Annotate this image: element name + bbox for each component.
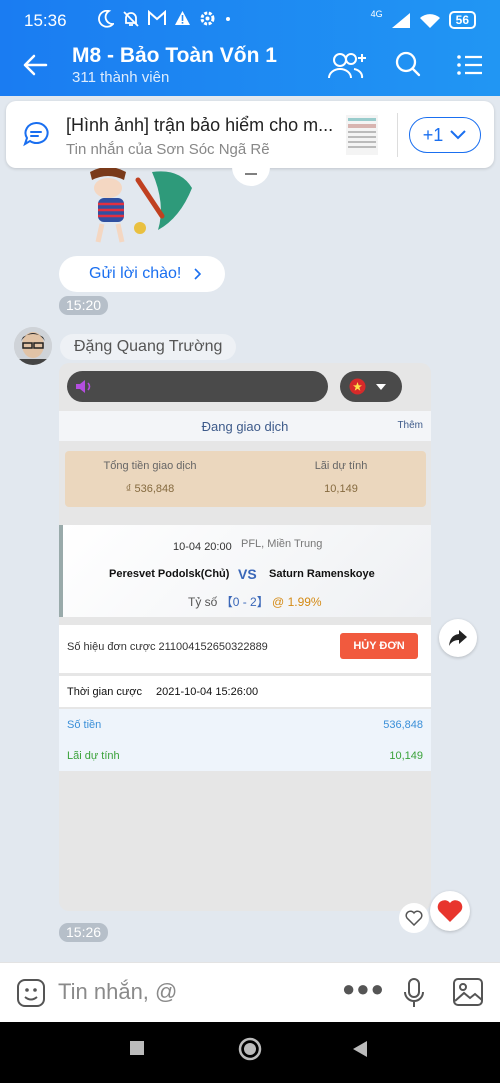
bet-header-title: Đang giao dịch [201, 419, 289, 434]
odds-value: @ 1.99% [272, 595, 322, 609]
pinned-subtitle: Tin nhắn của Sơn Sóc Ngã Rẽ [66, 141, 270, 158]
score-line: Tỷ số 【0 - 2】 @ 1.99% [188, 593, 322, 610]
bet-header-more: Thêm [397, 420, 423, 431]
home-team: Peresvet Podolsk(Chủ) [109, 568, 230, 580]
timestamp: 15:26 [59, 923, 109, 942]
expected-value: 10,149 [389, 750, 423, 762]
flag-selector [340, 371, 402, 402]
gmail-icon [148, 10, 166, 25]
sticker-emoji-icon[interactable] [16, 978, 46, 1008]
bet-header: Đang giao dịch Thêm [59, 411, 431, 441]
image-picker-icon[interactable] [452, 977, 484, 1007]
app-header: 15:36 4G 56 M8 - Bảo Toàn Vốn 1 311 thàn… [0, 0, 500, 96]
group-title[interactable]: M8 - Bảo Toàn Vốn 1 [72, 44, 277, 68]
vietnam-flag-icon [349, 378, 366, 395]
recents-button-icon[interactable] [129, 1040, 145, 1056]
dot-icon [226, 17, 230, 21]
bet-time-value: 2021-10-04 15:26:00 [156, 686, 259, 698]
signal-icon [391, 12, 410, 28]
bell-off-icon [123, 11, 139, 27]
more-options-icon[interactable]: ●●● [342, 976, 385, 1002]
chevron-right-icon [194, 268, 202, 280]
more-pinned-button[interactable]: +1 [409, 117, 481, 153]
arrow-down-icon [245, 173, 257, 175]
home-button-icon[interactable] [238, 1037, 262, 1061]
message-composer: ●●● [0, 962, 500, 1022]
avatar-image [14, 327, 52, 365]
divider [397, 113, 398, 157]
moon-icon [98, 10, 114, 28]
greeting-label: Gửi lời chào! [89, 265, 182, 282]
pinned-thumbnail[interactable] [346, 115, 378, 155]
wifi-icon [419, 13, 440, 28]
battery-level: 56 [448, 11, 476, 29]
warning-icon [175, 11, 190, 25]
amount-row: Số tiền 536,848 [59, 709, 431, 740]
add-member-icon[interactable] [326, 50, 370, 82]
away-team: Saturn Ramenskoye [269, 568, 375, 580]
order-number: Số hiệu đơn cược 211004152650322889 [67, 641, 268, 653]
league-name: PFL, Miền Trung [241, 538, 323, 550]
audio-bar [67, 371, 328, 402]
chat-bubble-icon [23, 121, 49, 147]
search-icon[interactable] [395, 50, 421, 80]
share-button[interactable] [439, 619, 477, 657]
app-bar: M8 - Bảo Toàn Vốn 1 311 thành viên [0, 40, 500, 96]
microphone-icon[interactable] [402, 977, 426, 1009]
bet-summary: Tổng tiền giao dịch Lãi dự tính ₫ 536,84… [65, 451, 426, 507]
system-nav-bar [0, 1022, 500, 1083]
message-input[interactable] [58, 975, 318, 1009]
send-greeting-button[interactable]: Gửi lời chào! [59, 256, 225, 292]
share-arrow-icon [449, 630, 467, 646]
amount-label: Số tiền [67, 719, 102, 731]
bet-time-label: Thời gian cược [67, 686, 142, 698]
speaker-icon [76, 380, 91, 393]
scroll-down-button[interactable] [232, 158, 270, 186]
pinned-count: +1 [422, 124, 444, 145]
settings-icon [200, 11, 215, 26]
status-bar: 15:36 4G 56 [0, 0, 500, 40]
status-right: 4G 56 [370, 9, 476, 29]
profit-label: Lãi dự tính [314, 460, 368, 472]
heart-outline-icon [405, 910, 423, 926]
profit-value: 10,149 [324, 483, 358, 495]
bet-time-row: Thời gian cược 2021-10-04 15:26:00 [59, 676, 431, 707]
sender-name[interactable]: Đặng Quang Trường [60, 334, 237, 360]
pinned-title: [Hình ảnh] trận bảo hiểm cho m... [66, 115, 334, 135]
back-button-icon[interactable] [352, 1040, 368, 1058]
expected-label: Lãi dự tính [67, 750, 120, 762]
caret-down-icon [376, 384, 386, 390]
timestamp: 15:20 [59, 296, 109, 315]
match-card: 10-04 20:00 PFL, Miền Trung Peresvet Pod… [59, 525, 431, 617]
total-label: Tổng tiền giao dịch [103, 460, 197, 472]
back-arrow-icon[interactable] [22, 52, 48, 78]
status-icons [98, 10, 232, 28]
reaction-heart[interactable] [430, 891, 470, 931]
heart-icon [437, 900, 463, 922]
score-label: Tỷ số [188, 595, 218, 609]
match-datetime: 10-04 20:00 [173, 541, 232, 553]
react-button[interactable] [399, 903, 429, 933]
avatar[interactable] [14, 327, 52, 365]
image-message[interactable]: Đang giao dịch Thêm Tổng tiền giao dịch … [59, 363, 431, 911]
menu-list-icon[interactable] [456, 50, 484, 80]
expected-profit-row: Lãi dự tính 10,149 [59, 740, 431, 771]
amount-value: 536,848 [383, 719, 423, 731]
cancel-bet-button: HỦY ĐƠN [340, 633, 418, 659]
order-row: Số hiệu đơn cược 211004152650322889 HỦY … [59, 625, 431, 673]
total-value: ₫ 536,848 [125, 483, 175, 495]
status-time: 15:36 [24, 11, 67, 30]
score-value: 【0 - 2】 [220, 595, 269, 609]
vs-label: VS [238, 566, 257, 582]
network-type: 4G [370, 9, 383, 19]
member-count[interactable]: 311 thành viên [72, 69, 169, 86]
chevron-down-icon [450, 130, 466, 140]
sticker-image [90, 168, 192, 243]
